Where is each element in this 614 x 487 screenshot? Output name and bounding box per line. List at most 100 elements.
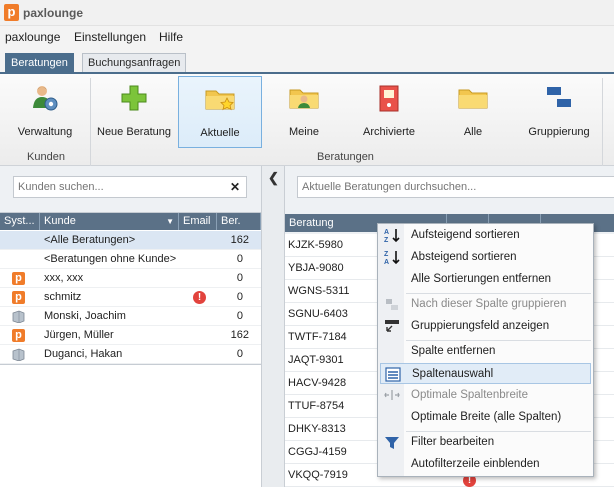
consultation-id: JAQT-9301 (288, 354, 344, 366)
svg-text:A: A (384, 259, 389, 265)
consultation-id: HACV-9428 (288, 377, 347, 389)
svg-text:Z: Z (384, 251, 389, 258)
external-system-icon (12, 310, 25, 323)
consultation-id: WGNS-5311 (288, 285, 350, 297)
external-system-icon (12, 348, 25, 361)
alle-label: Alle (463, 126, 483, 138)
pane-splitter[interactable]: ❮ (261, 166, 285, 487)
customer-search-box: ✕ (13, 176, 247, 198)
menu-item-remove-column[interactable]: Spalte entfernen (380, 341, 591, 362)
filter-dropdown-icon[interactable]: ▼ (166, 213, 174, 230)
gruppierung-label: Gruppierung (528, 126, 590, 138)
tab-beratungen[interactable]: Beratungen (5, 53, 74, 72)
group-label-beratungen: Beratungen (317, 151, 374, 163)
verwaltung-label: Verwaltung (17, 126, 73, 138)
menu-item-edit-filter[interactable]: Filter bearbeiten (380, 432, 591, 453)
meine-label: Meine (289, 126, 319, 138)
customer-count: 0 (236, 291, 243, 303)
archivierte-button[interactable]: Archivierte (350, 76, 428, 148)
group-label-kunden: Kunden (27, 151, 65, 163)
customer-row[interactable]: p Jürgen, Müller 162 (0, 326, 261, 345)
paxlounge-system-icon: p (12, 329, 25, 342)
menu-hilfe[interactable]: Hilfe (159, 30, 183, 44)
consultation-id: KJZK-5980 (288, 239, 344, 251)
customer-row[interactable]: p schmitz ! 0 (0, 288, 261, 307)
column-context-menu: AZ Aufsteigend sortieren ZA Absteigend s… (377, 223, 594, 477)
email-warning-icon: ! (193, 291, 206, 304)
column-header-email[interactable]: Email (179, 213, 217, 230)
customer-name: <Beratungen ohne Kunde> (44, 253, 177, 265)
sort-descending-icon: ZA (384, 251, 400, 265)
consultation-search-input[interactable] (298, 177, 598, 197)
menu-item-label: Alle Sortierungen entfernen (411, 273, 552, 285)
customer-count: 0 (236, 253, 243, 265)
menu-item-clear-sorting[interactable]: Alle Sortierungen entfernen (380, 269, 591, 290)
verwaltung-button[interactable]: Verwaltung (6, 76, 84, 148)
consultation-id: YBJA-9080 (288, 262, 344, 274)
folder-icon (458, 89, 488, 109)
menu-item-label: Nach dieser Spalte gruppieren (411, 298, 567, 310)
menu-item-group-by-column[interactable]: Nach dieser Spalte gruppieren (380, 294, 591, 315)
svg-text:A: A (384, 229, 389, 236)
customer-search-input[interactable] (14, 177, 219, 197)
menu-item-show-group-panel[interactable]: Gruppierungsfeld anzeigen (380, 316, 591, 337)
menu-item-sort-ascending[interactable]: AZ Aufsteigend sortieren (380, 225, 591, 246)
menu-bar: paxlounge Einstellungen Hilfe (0, 26, 614, 48)
tab-buchungsanfragen[interactable]: Buchungsanfragen (82, 53, 187, 72)
group-by-column-icon (386, 299, 398, 310)
folder-person-icon (289, 89, 319, 109)
menu-item-best-fit[interactable]: Optimale Spaltenbreite (380, 385, 591, 406)
customer-row[interactable]: Monski, Joachim 0 (0, 307, 261, 326)
menu-item-label: Spalte entfernen (411, 345, 496, 357)
aktuelle-button[interactable]: Aktuelle (178, 76, 262, 148)
consultation-search-box (297, 176, 614, 198)
neue-beratung-label: Neue Beratung (97, 126, 171, 138)
menu-item-label: Aufsteigend sortieren (411, 229, 520, 241)
menu-paxlounge[interactable]: paxlounge (5, 30, 60, 44)
group-separator (602, 78, 603, 166)
clear-search-icon[interactable]: ✕ (228, 180, 242, 194)
column-header-system[interactable]: Syst... (0, 213, 40, 230)
customer-row[interactable]: <Alle Beratungen> 162 (0, 231, 261, 250)
column-header-ber[interactable]: Ber. (217, 213, 261, 230)
meine-button[interactable]: Meine (265, 76, 343, 148)
menu-item-autofilter-row[interactable]: Autofilterzeile einblenden (380, 454, 591, 475)
group-panel-icon (385, 320, 399, 332)
customer-count: 0 (236, 310, 243, 322)
gruppierung-button[interactable]: Gruppierung (520, 76, 598, 148)
customer-row[interactable]: <Beratungen ohne Kunde> 0 (0, 250, 261, 269)
menu-item-label: Gruppierungsfeld anzeigen (411, 320, 550, 332)
ribbon: Verwaltung Neue Beratung Aktuelle Meine … (0, 72, 614, 166)
menu-item-label: Optimale Breite (alle Spalten) (411, 411, 562, 423)
best-fit-icon (384, 390, 400, 400)
green-plus-icon (121, 85, 147, 111)
customer-count: 162 (230, 234, 249, 246)
tab-strip: Beratungen Buchungsanfragen (0, 48, 614, 72)
user-gear-icon (33, 86, 58, 111)
column-header-kunde[interactable]: Kunde ▼ (40, 213, 179, 230)
customer-row[interactable]: p xxx, xxx 0 (0, 269, 261, 288)
title-bar: p paxlounge (0, 0, 614, 26)
customer-name: schmitz (44, 291, 82, 303)
customer-count: 0 (236, 272, 243, 284)
app-title: paxlounge (23, 6, 84, 20)
consultation-id: CGGJ-4159 (288, 446, 347, 458)
table-bottom-border (0, 364, 261, 365)
menu-item-label: Spaltenauswahl (412, 368, 494, 380)
customer-count: 162 (230, 329, 249, 341)
customer-name: Jürgen, Müller (44, 329, 114, 341)
alle-button[interactable]: Alle (434, 76, 512, 148)
menu-item-label: Filter bearbeiten (411, 436, 495, 448)
collapse-left-icon[interactable]: ❮ (268, 170, 279, 186)
menu-einstellungen[interactable]: Einstellungen (74, 30, 146, 44)
menu-item-sort-descending[interactable]: ZA Absteigend sortieren (380, 247, 591, 268)
filter-icon (385, 437, 399, 449)
consultation-id: SGNU-6403 (288, 308, 348, 320)
menu-item-column-chooser[interactable]: Spaltenauswahl (380, 363, 591, 384)
customer-name: Monski, Joachim (44, 310, 126, 322)
neue-beratung-button[interactable]: Neue Beratung (93, 76, 175, 148)
menu-item-label: Optimale Spaltenbreite (411, 389, 528, 401)
customer-row[interactable]: Duganci, Hakan 0 (0, 345, 261, 364)
menu-item-best-fit-all[interactable]: Optimale Breite (alle Spalten) (380, 407, 591, 428)
binder-icon (379, 85, 399, 112)
